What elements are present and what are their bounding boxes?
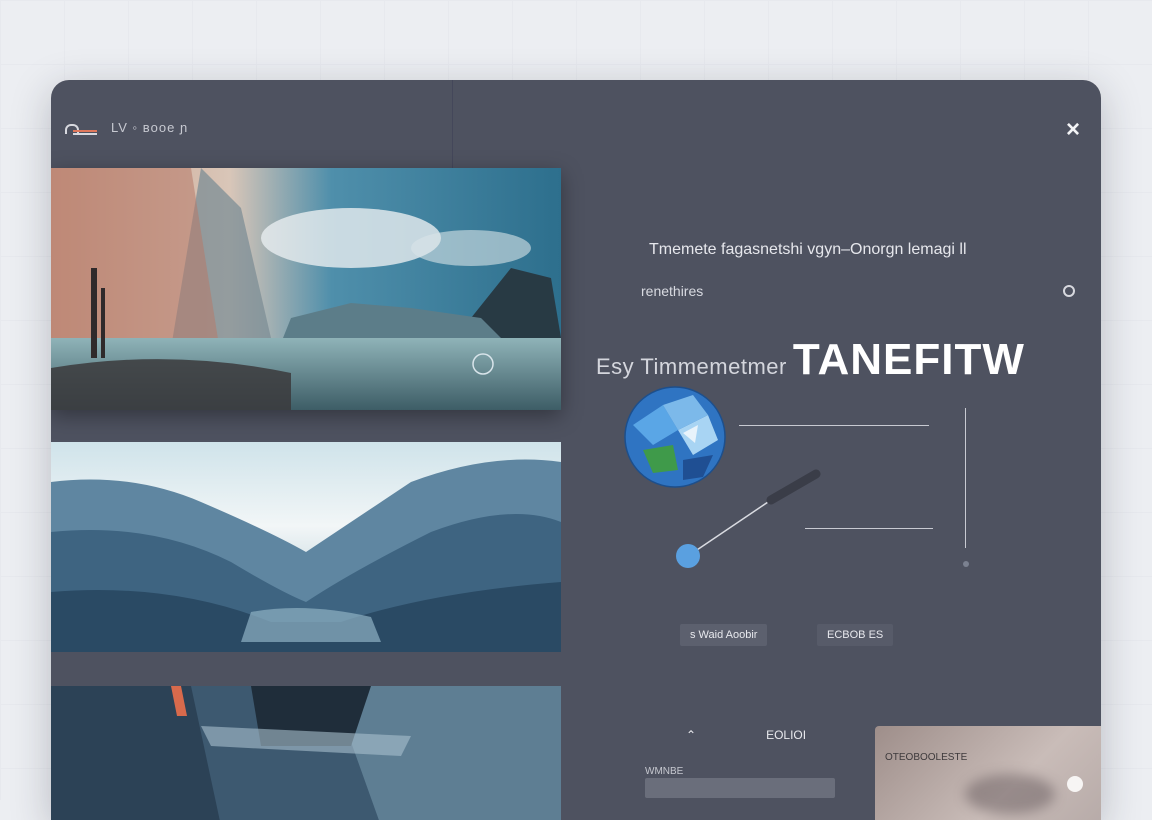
lower-toolbar: ⌃ EOLIOI [686,728,806,742]
primary-action-button[interactable]: s Waid Aoobir [680,624,768,646]
chevron-up-icon[interactable]: ⌃ [686,728,696,742]
lake-landscape-image [51,168,561,410]
hero-title: Esy Timmemetmer TANEFITW [596,335,1025,385]
preview-title: OTEOBOOLESTE [885,752,968,763]
slider-knob-icon [676,544,700,568]
connector-line-top [739,425,929,426]
secondary-action-button[interactable]: ECBOB ES [817,624,894,646]
hero-subcaption: renethires [641,283,704,299]
angle-slider[interactable] [666,468,836,578]
brand[interactable]: LV ◦ ʙooe ɲ [65,120,188,135]
vertical-track [965,408,966,548]
brand-name: LV ◦ ʙooe ɲ [111,120,189,135]
header-divider [452,80,453,170]
valley-landscape-image [51,442,561,652]
close-button[interactable]: × [1061,118,1085,142]
close-icon: × [1065,116,1080,143]
hero-title-light: Esy Timmemetmer [596,354,787,379]
thumbnail-strip[interactable] [645,778,835,798]
preview-card[interactable]: OTEOBOOLESTE [875,726,1101,820]
track-end-dot [963,561,969,567]
radio-indicator[interactable] [1063,285,1075,297]
app-window: LV ◦ ʙooe ɲ × Tmemete fagasnetshi vgyn–O… [51,80,1101,820]
thumbnail-label: WMNBE [645,766,684,777]
hero-title-bold: TANEFITW [792,335,1025,384]
logo-icon [65,122,99,134]
preview-image-shape [965,774,1055,814]
preview-play-icon[interactable] [1067,776,1083,792]
gallery-image-valley[interactable] [51,442,561,652]
hero-caption: Tmemete fagasnetshi vgyn–Onorgn lemagi l… [649,241,967,258]
lower-toolbar-label: EOLIOI [766,728,807,742]
gallery-image-lake[interactable] [51,168,561,410]
